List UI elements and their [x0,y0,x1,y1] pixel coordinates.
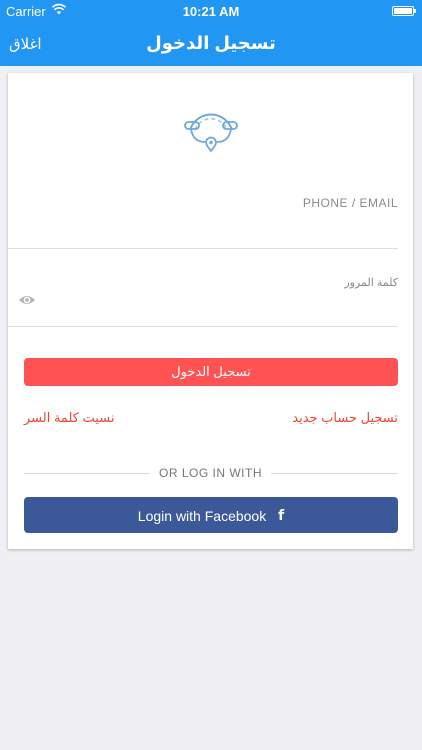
location-logo-icon [184,113,238,153]
password-label: كلمة المرور [344,277,398,289]
clock: 10:21 AM [182,4,240,19]
facebook-login-button[interactable]: Login with Facebook f [24,497,398,533]
or-login-with-text: OR LOG IN WITH [159,466,262,480]
status-bar: Carrier 10:21 AM [0,0,422,22]
divider [8,248,398,249]
phone-email-label: PHONE / EMAIL [302,196,398,210]
register-link[interactable]: تسجيل حساب جديد [292,410,398,426]
nav-bar: اغلاق تسجيل الدخول [0,22,422,66]
divider [271,473,398,474]
divider [24,473,150,474]
facebook-icon: f [278,508,285,525]
eye-icon[interactable] [18,293,36,307]
battery-icon [392,6,416,16]
forgot-password-link[interactable]: نسيت كلمة السر [24,410,114,426]
page-title: تسجيل الدخول [146,33,276,53]
divider [8,326,398,327]
login-card: PHONE / EMAIL كلمة المرور تسجيل الدخول ت… [8,73,413,549]
facebook-button-label: Login with Facebook [137,508,267,525]
phone-email-input[interactable] [8,211,402,243]
password-input[interactable] [40,289,402,317]
login-button[interactable]: تسجيل الدخول [24,358,398,386]
